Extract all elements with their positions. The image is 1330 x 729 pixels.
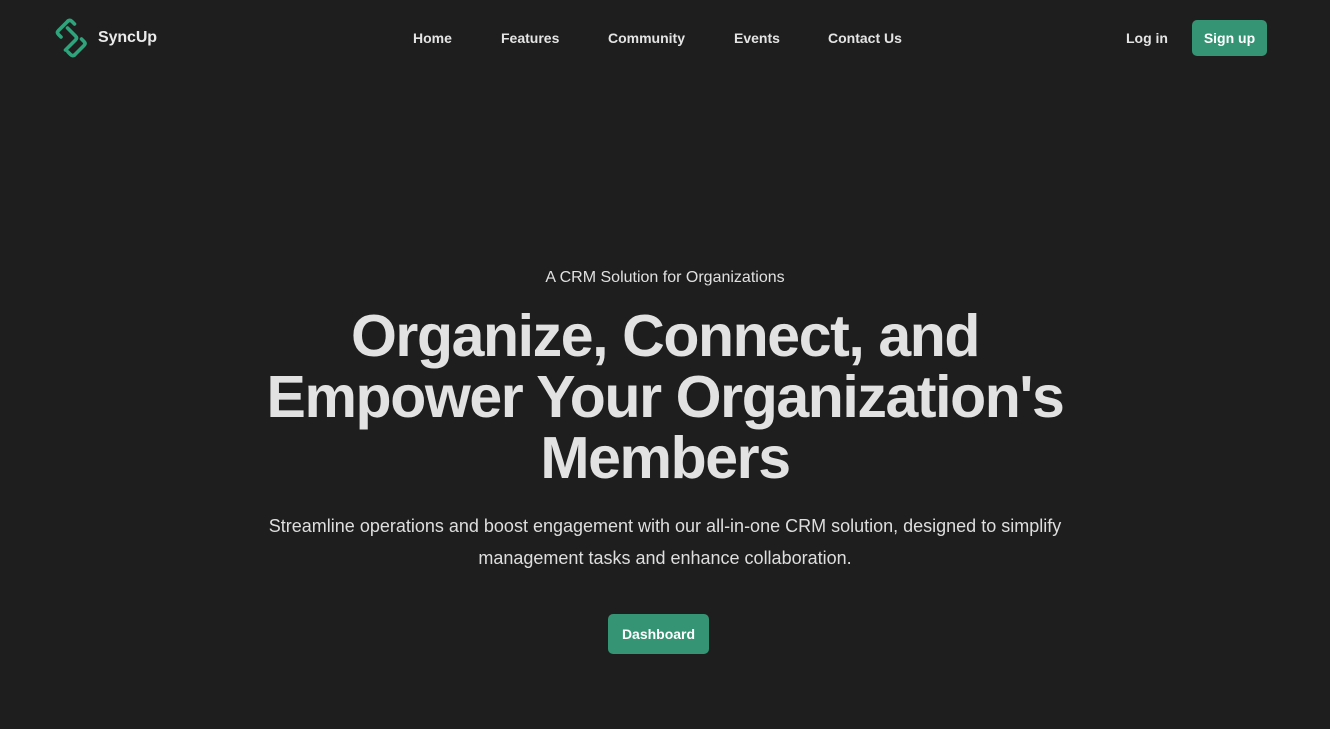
nav-contact-link[interactable]: Contact Us — [828, 28, 902, 48]
hero-eyebrow: A CRM Solution for Organizations — [545, 269, 785, 286]
nav-home-link[interactable]: Home — [413, 28, 452, 48]
signup-button[interactable]: Sign up — [1192, 20, 1267, 56]
headline-line-3: Members — [540, 425, 791, 491]
nav-community-link[interactable]: Community — [608, 28, 685, 48]
headline-line-2: Empower Your Organization's — [266, 364, 1065, 430]
top-navigation: SyncUp Home Features Community Events Co… — [0, 0, 1330, 76]
nav-events-link[interactable]: Events — [734, 28, 780, 48]
cta-container: Dashboard — [608, 614, 709, 654]
hero-headline: Organize, Connect, and Empower Your Orga… — [0, 306, 1330, 489]
login-link[interactable]: Log in — [1126, 28, 1168, 48]
nav-features-link[interactable]: Features — [501, 28, 559, 48]
dashboard-button[interactable]: Dashboard — [608, 614, 709, 654]
description-line-2: management tasks and enhance collaborati… — [478, 548, 852, 568]
hero-description: Streamline operations and boost engageme… — [0, 510, 1330, 574]
description-line-1: Streamline operations and boost engageme… — [268, 516, 1062, 536]
headline-line-1: Organize, Connect, and — [350, 303, 981, 369]
